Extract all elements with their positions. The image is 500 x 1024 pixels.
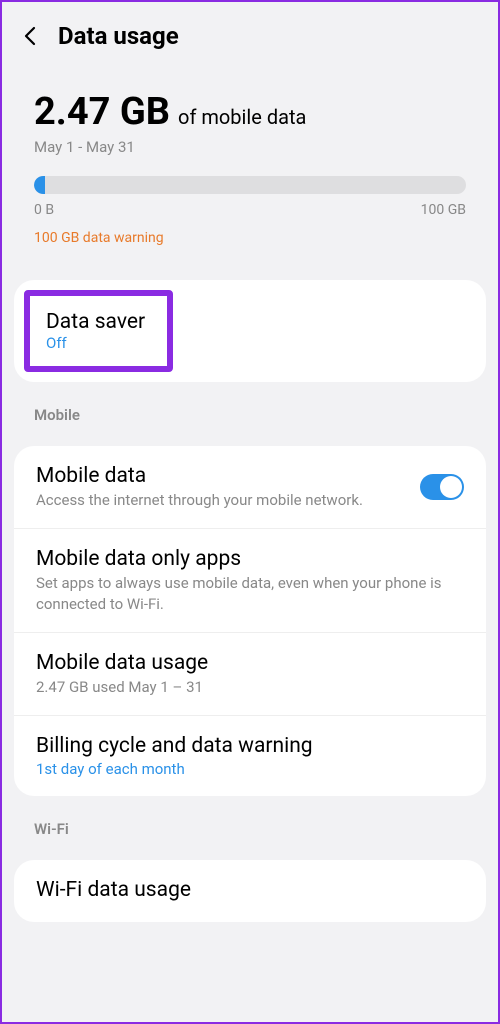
- mobile-data-title: Mobile data: [36, 464, 404, 488]
- mobile-data-desc: Access the internet through your mobile …: [36, 490, 404, 510]
- page-title: Data usage: [58, 22, 179, 50]
- back-icon[interactable]: [18, 24, 42, 48]
- usage-progress-bar: [34, 176, 466, 194]
- date-range: May 1 - May 31: [34, 138, 466, 156]
- wifi-data-usage-item[interactable]: Wi-Fi data usage: [14, 860, 486, 922]
- mobile-data-usage-desc: 2.47 GB used May 1 – 31: [36, 677, 464, 697]
- wifi-data-usage-title: Wi-Fi data usage: [36, 878, 464, 902]
- mobile-data-item[interactable]: Mobile data Access the internet through …: [14, 446, 486, 529]
- section-label-wifi: Wi-Fi: [2, 796, 498, 844]
- usage-summary: 2.47 GB of mobile data May 1 - May 31 0 …: [2, 62, 498, 264]
- mobile-data-usage-item[interactable]: Mobile data usage 2.47 GB used May 1 – 3…: [14, 633, 486, 716]
- data-saver-title: Data saver: [46, 310, 145, 334]
- wifi-settings-card: Wi-Fi data usage: [14, 860, 486, 922]
- mobile-data-toggle[interactable]: [420, 474, 464, 500]
- header: Data usage: [2, 2, 498, 62]
- section-label-mobile: Mobile: [2, 382, 498, 430]
- usage-label: of mobile data: [178, 105, 306, 129]
- billing-cycle-item[interactable]: Billing cycle and data warning 1st day o…: [14, 716, 486, 796]
- progress-max: 100 GB: [421, 202, 466, 218]
- progress-labels: 0 B 100 GB: [34, 202, 466, 218]
- billing-cycle-desc: 1st day of each month: [36, 760, 464, 778]
- progress-min: 0 B: [34, 202, 54, 218]
- highlight-annotation: Data saver Off: [24, 290, 173, 372]
- mobile-only-apps-item[interactable]: Mobile data only apps Set apps to always…: [14, 529, 486, 633]
- mobile-data-usage-title: Mobile data usage: [36, 651, 464, 675]
- usage-progress-fill: [34, 176, 45, 194]
- usage-value: 2.47 GB: [34, 90, 170, 134]
- data-saver-card[interactable]: Data saver Off: [14, 280, 486, 382]
- mobile-only-apps-title: Mobile data only apps: [36, 547, 464, 571]
- toggle-knob: [440, 476, 462, 498]
- mobile-settings-card: Mobile data Access the internet through …: [14, 446, 486, 796]
- data-warning-text: 100 GB data warning: [34, 230, 466, 246]
- billing-cycle-title: Billing cycle and data warning: [36, 734, 464, 758]
- mobile-only-apps-desc: Set apps to always use mobile data, even…: [36, 573, 464, 614]
- data-saver-status: Off: [46, 334, 145, 352]
